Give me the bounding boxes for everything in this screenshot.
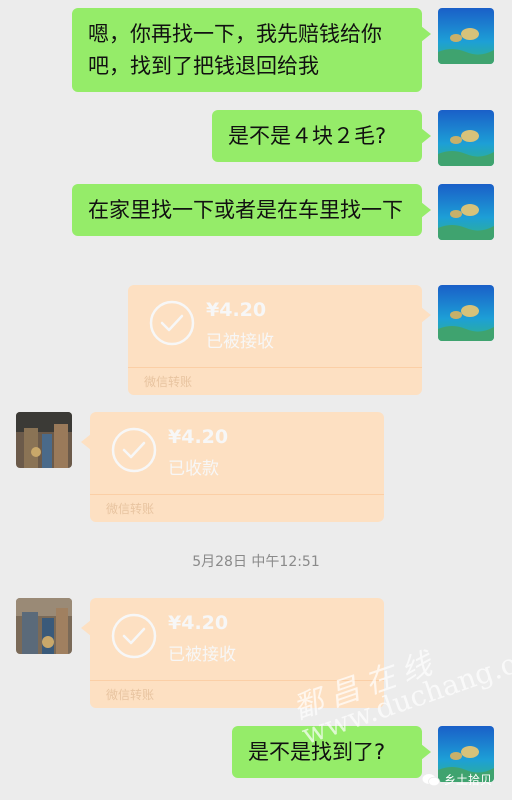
source-tag: 乡土拾贝: [422, 771, 492, 788]
message-bubble-outgoing[interactable]: 嗯，你再找一下，我先赔钱给你吧，找到了把钱退回给我: [72, 8, 431, 92]
avatar-self[interactable]: [438, 110, 494, 166]
check-circle-icon: [111, 613, 157, 659]
transfer-label: 微信转账: [106, 502, 155, 516]
contact-avatar-icon: [16, 598, 72, 654]
transfer-status: 已被接收: [168, 645, 236, 665]
message-bubble-outgoing[interactable]: 是不是４块２毛?: [212, 110, 431, 162]
message-bubble-outgoing[interactable]: 在家里找一下或者是在车里找一下: [72, 184, 431, 236]
fish-avatar-icon: [438, 285, 494, 341]
transfer-divider: [128, 367, 422, 368]
message-text: 嗯，你再找一下，我先赔钱给你吧，找到了把钱退回给我: [88, 22, 382, 78]
transfer-divider: [90, 680, 384, 681]
transfer-label: 微信转账: [106, 688, 155, 702]
avatar-contact[interactable]: [16, 598, 72, 654]
transfer-card-outgoing[interactable]: ¥4.20 已被接收 微信转账: [128, 285, 431, 395]
transfer-divider: [90, 494, 384, 495]
fish-avatar-icon: [438, 184, 494, 240]
message-text: 是不是４块２毛?: [228, 124, 387, 148]
transfer-amount: ¥4.20: [206, 299, 267, 321]
check-circle-icon: [111, 427, 157, 473]
fish-avatar-icon: [438, 8, 494, 64]
transfer-card-incoming[interactable]: ¥4.20 已收款 微信转账: [81, 412, 384, 522]
wechat-icon: [422, 773, 440, 786]
message-text: 在家里找一下或者是在车里找一下: [88, 198, 403, 222]
check-circle-icon: [149, 300, 195, 346]
avatar-self[interactable]: [438, 184, 494, 240]
message-timestamp: 5月28日 中午12:51: [192, 554, 320, 570]
transfer-card-incoming[interactable]: ¥4.20 已被接收 微信转账: [81, 598, 384, 708]
transfer-amount: ¥4.20: [168, 612, 229, 634]
message-text: 是不是找到了?: [248, 740, 386, 764]
transfer-amount: ¥4.20: [168, 426, 229, 448]
transfer-label: 微信转账: [144, 375, 193, 389]
contact-avatar-icon: [16, 412, 72, 468]
chat-window: 嗯，你再找一下，我先赔钱给你吧，找到了把钱退回给我 是不是４块２毛? 在家里找一…: [0, 0, 512, 800]
avatar-self[interactable]: [438, 8, 494, 64]
fish-avatar-icon: [438, 110, 494, 166]
transfer-status: 已收款: [168, 459, 219, 479]
transfer-status: 已被接收: [206, 332, 274, 352]
source-tag-text: 乡土拾贝: [444, 773, 493, 787]
message-bubble-outgoing[interactable]: 是不是找到了?: [232, 726, 431, 778]
avatar-self[interactable]: [438, 285, 494, 341]
avatar-contact[interactable]: [16, 412, 72, 468]
